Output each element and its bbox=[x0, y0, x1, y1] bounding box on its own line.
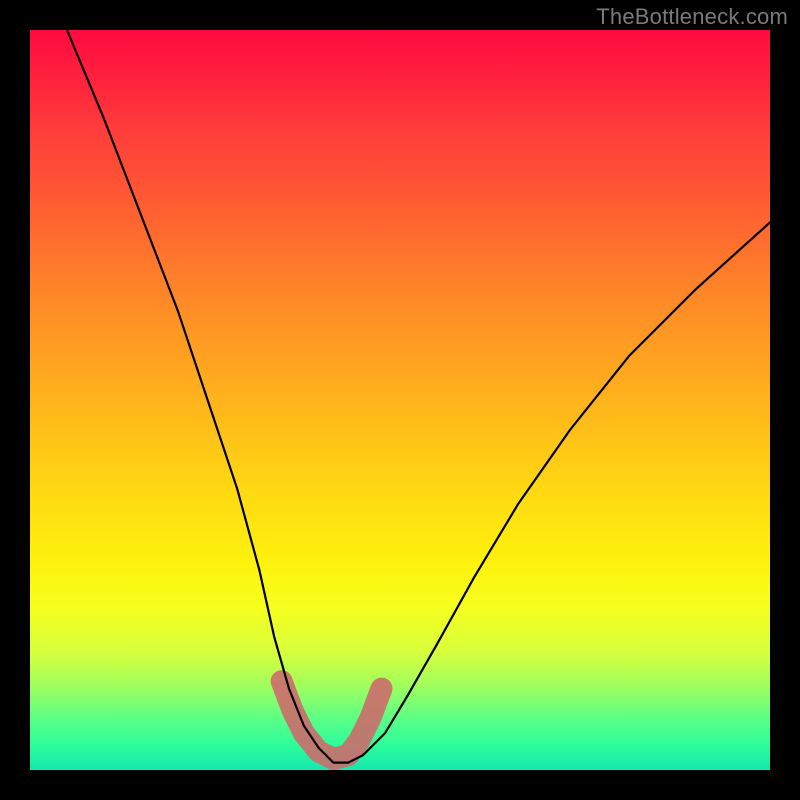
bottleneck-curve bbox=[67, 30, 770, 763]
chart-frame: TheBottleneck.com bbox=[0, 0, 800, 800]
plot-area bbox=[30, 30, 770, 770]
chart-svg bbox=[30, 30, 770, 770]
watermark-label: TheBottleneck.com bbox=[596, 4, 788, 30]
optimal-region-marker bbox=[282, 681, 382, 759]
